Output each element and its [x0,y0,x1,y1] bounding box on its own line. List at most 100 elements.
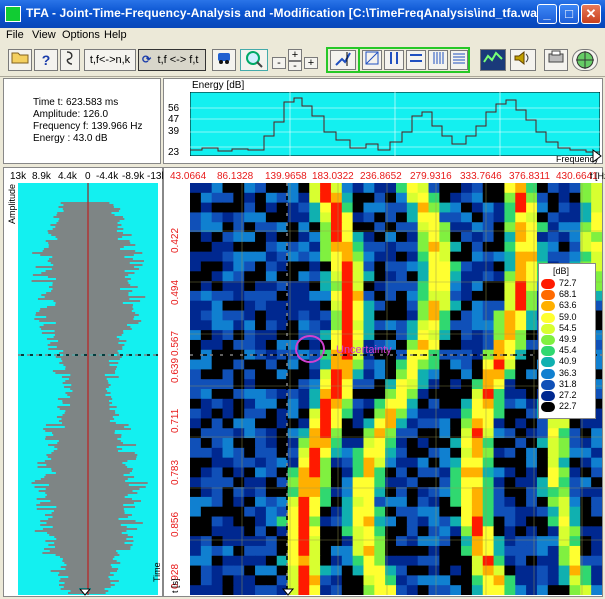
colorbar-row: 68.1 [541,289,595,301]
zoom-minus-button-vertical[interactable]: - [288,61,302,72]
menu-options[interactable]: Options [62,29,100,41]
colorbar-level: 31.8 [559,378,577,389]
colorbar-level: 45.4 [559,345,577,356]
amplitude-ylabel: Amplitude [7,183,17,224]
zoom-icon[interactable] [240,49,268,71]
freq-tick-6: 279.9316 [410,171,452,182]
colorbar-row: 40.9 [541,356,595,368]
info-amplitude: Amplitude: 126.0 [33,109,109,120]
globe-icon[interactable] [572,49,598,71]
amp-tick-neg4-4k: -4.4k [96,171,119,182]
freq-tick-7: 333.7646 [460,171,502,182]
time-tick-7: 0.856 [170,511,181,537]
colorbar-swatch [541,391,555,401]
zoom-plus-button[interactable]: + [304,57,318,69]
colorbar-swatch [541,301,555,312]
title-bar: TFA - Joint-Time-Frequency-Analysis and … [0,0,605,28]
menu-view[interactable]: View [32,29,56,41]
amp-tick-8-9k: 8.9k [32,171,51,182]
energy-plot [190,92,600,156]
colorbar-swatch [541,279,555,289]
colorbar-legend: [dB] 72.7 68.1 63.6 59.0 54.5 49.9 45.4 40.9 36.… [538,263,596,419]
time-tick-2: 0.494 [170,279,181,305]
freq-tick-5: 236.8652 [360,171,402,182]
app-icon [5,6,21,22]
freq-tick-4: 183.0322 [312,171,354,182]
info-icon[interactable] [60,49,80,71]
colorbar-swatch [541,312,555,323]
colorbar-level: 54.5 [559,322,577,333]
menu-bar: File View Options Help [0,28,605,44]
colorbar-level: 40.9 [559,356,577,367]
amp-tick-0: 0 [85,171,91,182]
colorbar-row: 49.9 [541,334,595,345]
colorbar-unit: [dB] [553,266,570,276]
energy-ytick-39: 39 [168,126,180,137]
colorbar-swatch [541,335,555,345]
maximize-button[interactable]: □ [559,4,579,24]
colorbar-level: 63.6 [559,300,577,311]
window-title: TFA - Joint-Time-Frequency-Analysis and … [26,6,548,20]
freq-tick-8: 376.8311 [509,171,550,182]
energy-scroll-arrow[interactable] [592,149,602,163]
toolbar: ? t,f<->n,k ⟳ t,f <-> f,t - + - + [0,44,605,77]
amp-tick-4-4k: 4.4k [58,171,77,182]
colorbar-level: 68.1 [559,289,577,300]
colorbar-swatch [541,368,555,379]
cursor-icon[interactable] [330,50,356,70]
time-tick-5: 0.711 [170,408,181,433]
menu-file[interactable]: File [6,29,24,41]
amplitude-xlabel: Time [152,562,162,582]
energy-panel: Energy [dB] 56 47 39 23 Frequency [163,78,603,164]
line-icon[interactable] [406,50,426,70]
list-icon[interactable] [450,50,468,70]
car-icon[interactable] [212,49,236,71]
print-icon[interactable] [544,49,568,71]
spectrogram-scroll-arrow[interactable] [282,588,294,596]
lines-icon[interactable] [428,50,448,70]
time-tick-3: 0.567 [170,330,181,356]
amp-tick-neg8-9k: -8.9k [122,171,145,182]
energy-ytick-56: 56 [168,103,180,114]
minimize-button[interactable]: _ [537,4,557,24]
chart-icon[interactable] [480,49,506,71]
transform-button[interactable]: t,f<->n,k [84,49,136,71]
colorbar-level: 36.3 [559,367,577,378]
help-icon[interactable]: ? [34,49,58,71]
bar-icon[interactable] [384,50,404,70]
amp-tick-13k: 13k [10,171,27,182]
time-unit: t [s] [170,578,180,593]
colorbar-swatch [541,402,555,413]
amplitude-plot [18,183,158,595]
refresh-icon: ⟳ [142,54,152,66]
swap-label: t,f <-> f,t [157,54,199,66]
freq-unit: f [Hz] [590,171,605,181]
open-folder-icon[interactable] [8,49,32,71]
info-time: Time t: 623.583 ms [33,97,119,108]
colorbar-row: 22.7 [541,401,595,413]
view-tool-group [358,47,470,73]
colorbar-swatch [541,379,555,390]
info-panel: Time t: 623.583 ms Amplitude: 126.0 Freq… [3,78,161,164]
spectrogram-panel: 43.0664 86.1328 139.9658 183.0322 236.86… [163,167,605,597]
colorbar-row: 45.4 [541,345,595,357]
colorbar-swatch [541,323,555,334]
freq-tick-2: 86.1328 [217,171,254,182]
freq-tick-3: 139.9658 [265,171,307,182]
time-tick-1: 0.422 [170,227,181,253]
menu-help[interactable]: Help [104,29,127,41]
grid-icon[interactable] [362,50,382,70]
time-tick-4: 0.639 [170,357,181,383]
close-button[interactable]: ✕ [581,4,601,24]
colorbar-row: 72.7 [541,278,595,289]
time-axis: 0.422 0.494 0.567 0.639 0.711 0.783 0.85… [164,183,188,595]
speaker-icon[interactable] [510,49,536,71]
amplitude-scroll-arrow[interactable] [79,588,91,596]
freq-tick-1: 43.0664 [170,171,207,182]
energy-title: Energy [dB] [192,80,245,91]
zoom-minus-button[interactable]: - [272,57,286,69]
colorbar-level: 49.9 [559,334,577,344]
swap-axes-button[interactable]: ⟳ t,f <-> f,t [138,49,206,71]
cursor-tool-group [326,47,360,73]
info-energy: Energy : 43.0 dB [33,133,108,144]
